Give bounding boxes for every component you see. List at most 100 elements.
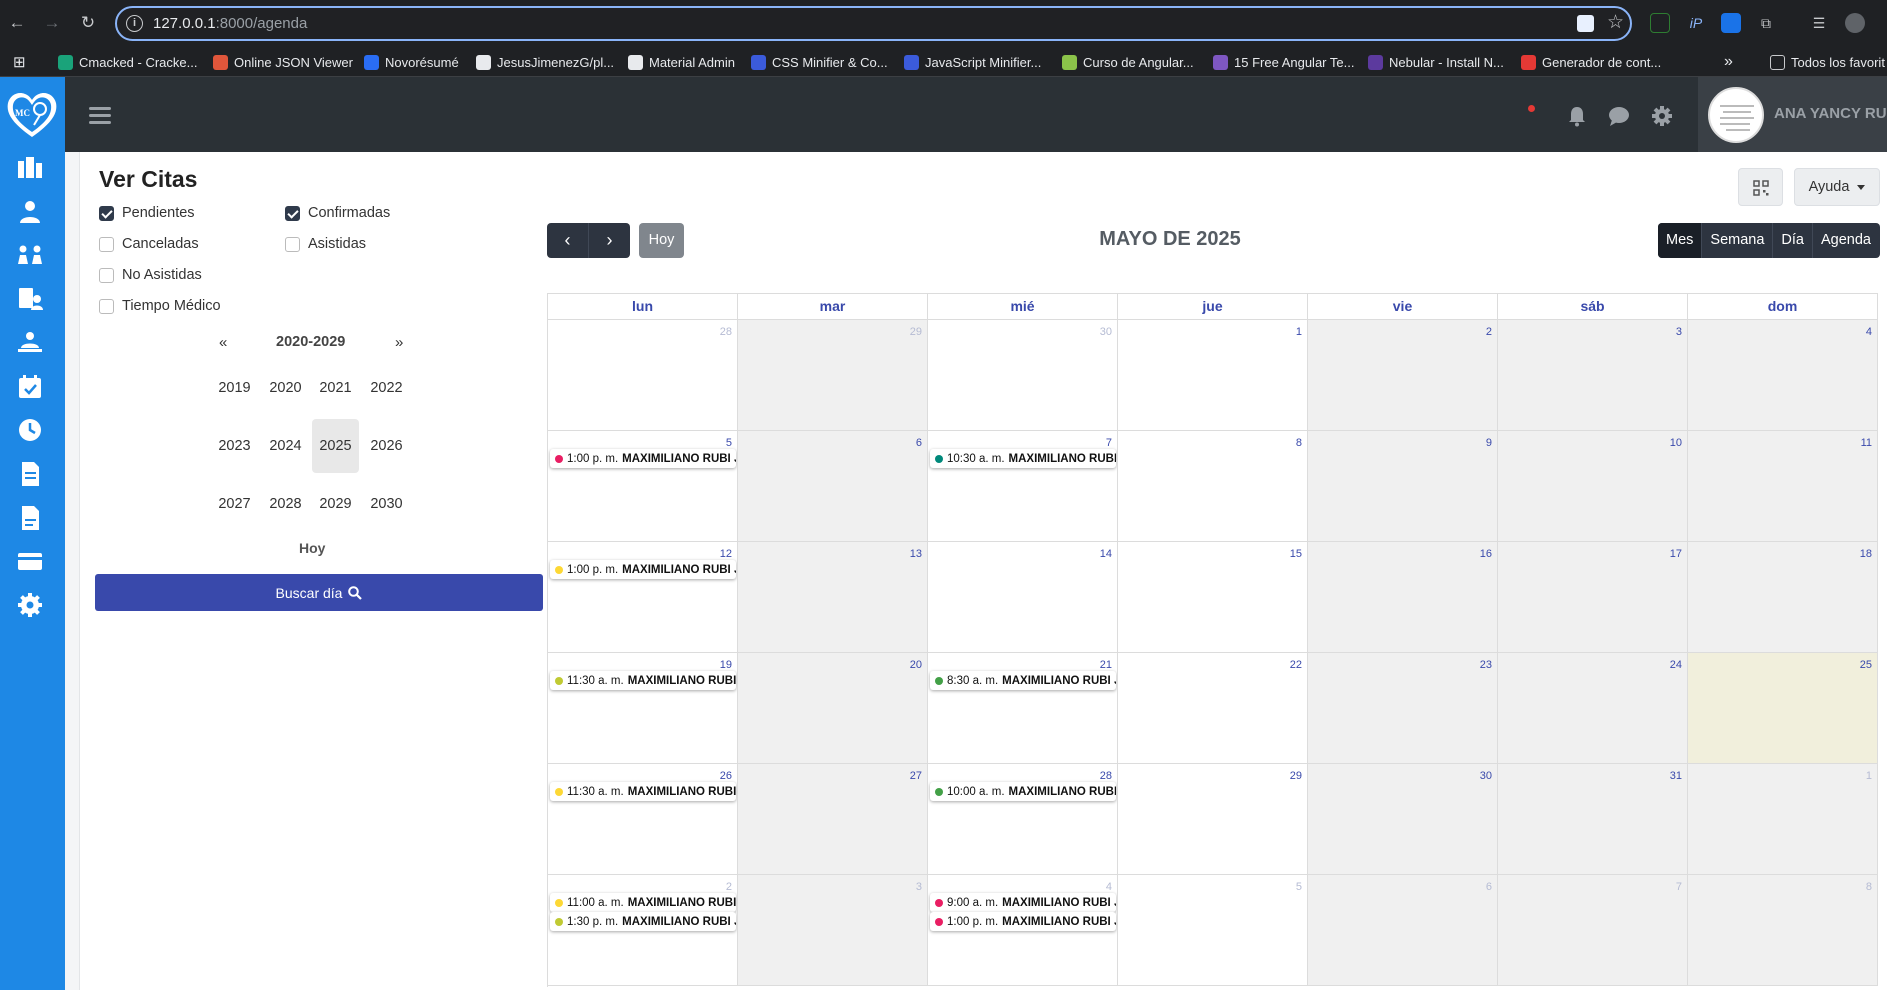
day-number[interactable]: 12 bbox=[720, 548, 732, 560]
bookmark-item[interactable]: JavaScript Minifier... bbox=[904, 53, 1041, 71]
view-semana[interactable]: Semana bbox=[1701, 223, 1772, 258]
year-option[interactable]: 2025 bbox=[312, 419, 359, 473]
day-cell[interactable]: 23 bbox=[1308, 653, 1498, 764]
appointment-event[interactable]: 1:00 p. m. MAXIMILIANO RUBI J bbox=[930, 912, 1116, 931]
next-decade-button[interactable]: » bbox=[395, 334, 403, 351]
checkbox[interactable] bbox=[99, 205, 114, 221]
day-cell[interactable]: 31 bbox=[1498, 764, 1688, 875]
day-cell[interactable]: 8 bbox=[1688, 875, 1878, 986]
checkbox[interactable] bbox=[285, 205, 300, 221]
year-option[interactable]: 2029 bbox=[312, 477, 359, 531]
day-number[interactable]: 3 bbox=[1676, 326, 1682, 338]
reload-icon[interactable]: ↻ bbox=[76, 11, 100, 35]
patients-icon[interactable] bbox=[15, 240, 45, 270]
day-number[interactable]: 5 bbox=[1296, 881, 1302, 893]
day-cell[interactable]: 5 1:00 p. m. MAXIMILIANO RUBI J bbox=[548, 431, 738, 542]
extension-icon[interactable] bbox=[1721, 13, 1741, 33]
ip-extension-icon[interactable]: iP bbox=[1686, 13, 1706, 33]
apps-icon[interactable]: ⊞ bbox=[13, 53, 26, 71]
day-number[interactable]: 3 bbox=[916, 881, 922, 893]
day-cell[interactable]: 2 11:00 a. m. MAXIMILIANO RUBI 1:30 p. m. MA… bbox=[548, 875, 738, 986]
day-cell[interactable]: 27 bbox=[738, 764, 928, 875]
day-number[interactable]: 25 bbox=[1860, 659, 1872, 671]
bookmark-item[interactable]: Curso de Angular... bbox=[1062, 53, 1194, 71]
day-cell[interactable]: 12 1:00 p. m. MAXIMILIANO RUBI J bbox=[548, 542, 738, 653]
day-number[interactable]: 9 bbox=[1486, 437, 1492, 449]
day-number[interactable]: 13 bbox=[910, 548, 922, 560]
today-link[interactable]: Hoy bbox=[299, 540, 325, 556]
consultation-icon[interactable] bbox=[15, 328, 45, 358]
day-cell[interactable]: 3 bbox=[738, 875, 928, 986]
day-cell[interactable]: 22 bbox=[1118, 653, 1308, 764]
appointment-event[interactable]: 10:00 a. m. MAXIMILIANO RUBI bbox=[930, 782, 1116, 801]
day-cell[interactable]: 4 bbox=[1688, 320, 1878, 431]
checkbox[interactable] bbox=[99, 236, 114, 252]
day-number[interactable]: 7 bbox=[1676, 881, 1682, 893]
appointment-event[interactable]: 1:00 p. m. MAXIMILIANO RUBI J bbox=[550, 560, 736, 579]
day-cell[interactable]: 7 bbox=[1498, 875, 1688, 986]
year-option[interactable]: 2021 bbox=[312, 361, 359, 415]
day-cell[interactable]: 25 bbox=[1688, 653, 1878, 764]
year-option[interactable]: 2027 bbox=[211, 477, 258, 531]
day-number[interactable]: 26 bbox=[720, 770, 732, 782]
day-cell[interactable]: 13 bbox=[738, 542, 928, 653]
payment-card-icon[interactable] bbox=[15, 546, 45, 576]
appointment-event[interactable]: 9:00 a. m. MAXIMILIANO RUBI J bbox=[930, 893, 1116, 912]
day-number[interactable]: 21 bbox=[1100, 659, 1112, 671]
day-number[interactable]: 31 bbox=[1670, 770, 1682, 782]
filter-confirmadas[interactable]: Confirmadas bbox=[285, 205, 390, 221]
day-number[interactable]: 28 bbox=[1100, 770, 1112, 782]
day-cell[interactable]: 14 bbox=[928, 542, 1118, 653]
year-option[interactable]: 2022 bbox=[363, 361, 410, 415]
day-number[interactable]: 16 bbox=[1480, 548, 1492, 560]
bookmark-item[interactable]: 15 Free Angular Te... bbox=[1213, 53, 1354, 71]
appointment-event[interactable]: 8:30 a. m. MAXIMILIANO RUBI J bbox=[930, 671, 1116, 690]
day-number[interactable]: 1 bbox=[1866, 770, 1872, 782]
day-cell[interactable]: 29 bbox=[1118, 764, 1308, 875]
day-cell[interactable]: 9 bbox=[1308, 431, 1498, 542]
decade-label[interactable]: 2020-2029 bbox=[276, 334, 345, 350]
day-number[interactable]: 23 bbox=[1480, 659, 1492, 671]
year-option[interactable]: 2030 bbox=[363, 477, 410, 531]
day-number[interactable]: 17 bbox=[1670, 548, 1682, 560]
day-number[interactable]: 8 bbox=[1296, 437, 1302, 449]
address-bar[interactable]: i 127.0.0.1:8000/agenda ☆ bbox=[115, 6, 1632, 41]
extension-icon[interactable] bbox=[1650, 13, 1670, 33]
day-cell[interactable]: 5 bbox=[1118, 875, 1308, 986]
day-cell[interactable]: 2 bbox=[1308, 320, 1498, 431]
day-cell[interactable]: 19 11:30 a. m. MAXIMILIANO RUBI bbox=[548, 653, 738, 764]
day-cell[interactable]: 1 bbox=[1688, 764, 1878, 875]
day-cell[interactable]: 29 bbox=[738, 320, 928, 431]
day-number[interactable]: 19 bbox=[720, 659, 732, 671]
filter-canceladas[interactable]: Canceladas bbox=[99, 236, 199, 252]
menu-toggle-icon[interactable] bbox=[89, 107, 111, 124]
appointment-event[interactable]: 1:00 p. m. MAXIMILIANO RUBI J bbox=[550, 449, 736, 468]
back-icon[interactable]: ← bbox=[5, 11, 29, 35]
year-option[interactable]: 2023 bbox=[211, 419, 258, 473]
app-logo[interactable]: MC bbox=[4, 89, 60, 141]
day-cell[interactable]: 7 10:30 a. m. MAXIMILIANO RUBI bbox=[928, 431, 1118, 542]
bookmark-item[interactable]: Generador de cont... bbox=[1521, 53, 1661, 71]
checkbox[interactable] bbox=[285, 236, 300, 252]
day-number[interactable]: 22 bbox=[1290, 659, 1302, 671]
day-cell[interactable]: 18 bbox=[1688, 542, 1878, 653]
day-number[interactable]: 1 bbox=[1296, 326, 1302, 338]
document-icon[interactable] bbox=[15, 459, 45, 489]
day-cell[interactable]: 10 bbox=[1498, 431, 1688, 542]
day-number[interactable]: 29 bbox=[1290, 770, 1302, 782]
calendar-icon[interactable] bbox=[15, 372, 45, 402]
day-number[interactable]: 30 bbox=[1100, 326, 1112, 338]
bookmark-item[interactable]: Material Admin bbox=[628, 53, 735, 71]
view-mes[interactable]: Mes bbox=[1658, 223, 1702, 258]
year-option[interactable]: 2019 bbox=[211, 361, 258, 415]
appointment-event[interactable]: 1:30 p. m. MAXIMILIANO RUBI J bbox=[550, 912, 736, 931]
day-cell[interactable]: 17 bbox=[1498, 542, 1688, 653]
day-number[interactable]: 28 bbox=[720, 326, 732, 338]
prev-month-button[interactable]: ‹ bbox=[547, 223, 588, 258]
help-dropdown[interactable]: Ayuda bbox=[1794, 168, 1880, 206]
day-cell[interactable]: 30 bbox=[1308, 764, 1498, 875]
day-number[interactable]: 18 bbox=[1860, 548, 1872, 560]
year-option[interactable]: 2024 bbox=[262, 419, 309, 473]
next-month-button[interactable]: › bbox=[588, 223, 630, 258]
day-cell[interactable]: 24 bbox=[1498, 653, 1688, 764]
